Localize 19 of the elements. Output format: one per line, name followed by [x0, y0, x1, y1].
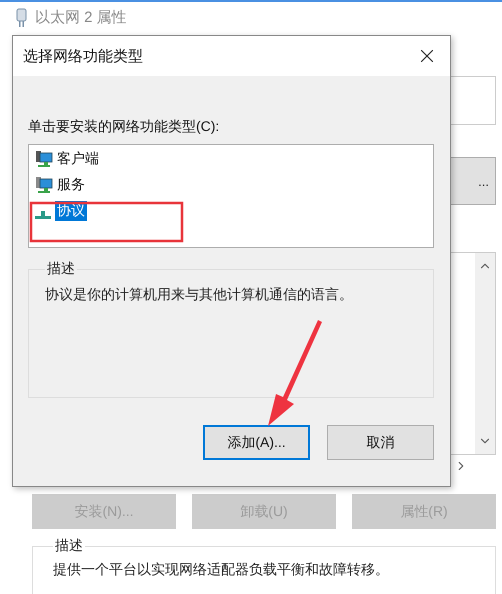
protocol-icon	[35, 211, 51, 219]
description-text: 协议是你的计算机用来与其他计算机通信的语言。	[45, 286, 353, 302]
component-list[interactable]	[448, 252, 496, 455]
group-label: 描述	[46, 260, 76, 278]
dialog-title: 选择网络功能类型	[23, 46, 143, 66]
list-item[interactable]: 服务	[55, 175, 87, 195]
network-computer-icon	[35, 176, 53, 194]
list-prompt: 单击要安装的网络功能类型(C):	[28, 118, 220, 136]
scrollbar[interactable]	[475, 253, 495, 454]
dialog-button[interactable]: 取消	[327, 425, 434, 460]
network-adapter-icon	[16, 8, 27, 28]
configure-button[interactable]: ...	[448, 157, 496, 205]
text-area	[448, 76, 496, 125]
window-title: 以太网 2 属性	[35, 8, 127, 27]
list-item[interactable]: 客户端	[55, 149, 101, 169]
network-computer-icon	[35, 150, 53, 168]
group-label: 描述	[54, 537, 84, 555]
description-text: 提供一个平台以实现网络适配器负载平衡和故障转移。	[53, 561, 389, 577]
dialog-button[interactable]: 添加(A)...	[203, 425, 310, 460]
